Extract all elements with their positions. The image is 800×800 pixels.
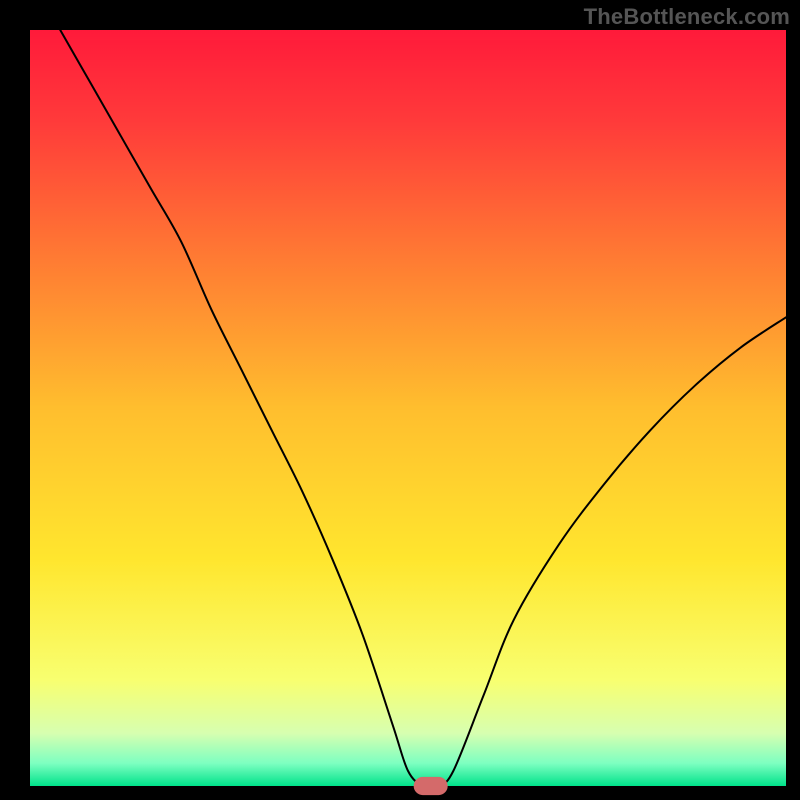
optimal-marker: [414, 777, 448, 795]
watermark-text: TheBottleneck.com: [584, 4, 790, 30]
bottleneck-chart: [0, 0, 800, 800]
chart-frame: TheBottleneck.com: [0, 0, 800, 800]
